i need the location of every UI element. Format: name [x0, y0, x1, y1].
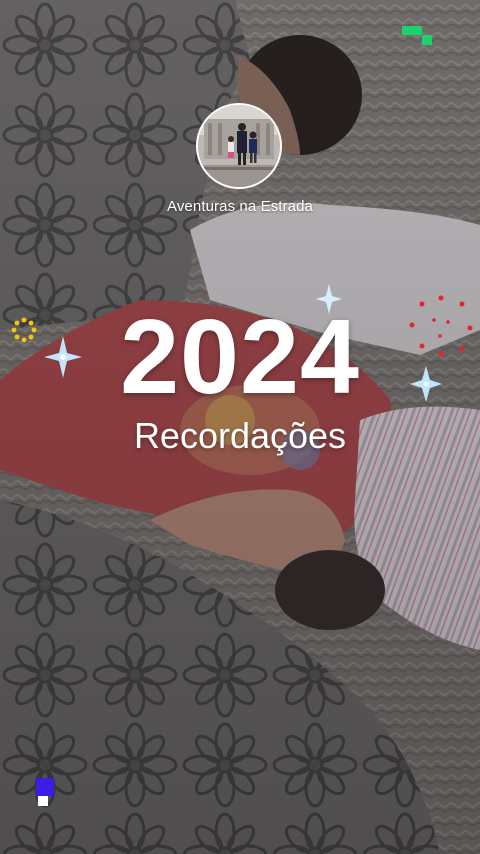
memories-story-screen[interactable]: Aventuras na Estrada 2024 Recordações [0, 0, 480, 854]
pixel-blue-decoration-icon [36, 778, 54, 806]
memory-year: 2024 [120, 298, 360, 416]
album-cover-photo [198, 105, 280, 187]
album-cover-avatar[interactable] [196, 103, 282, 189]
album-name[interactable]: Aventuras na Estrada [0, 198, 480, 215]
memory-title: Recordações [133, 415, 347, 456]
pixel-decoration-icon [402, 26, 432, 45]
